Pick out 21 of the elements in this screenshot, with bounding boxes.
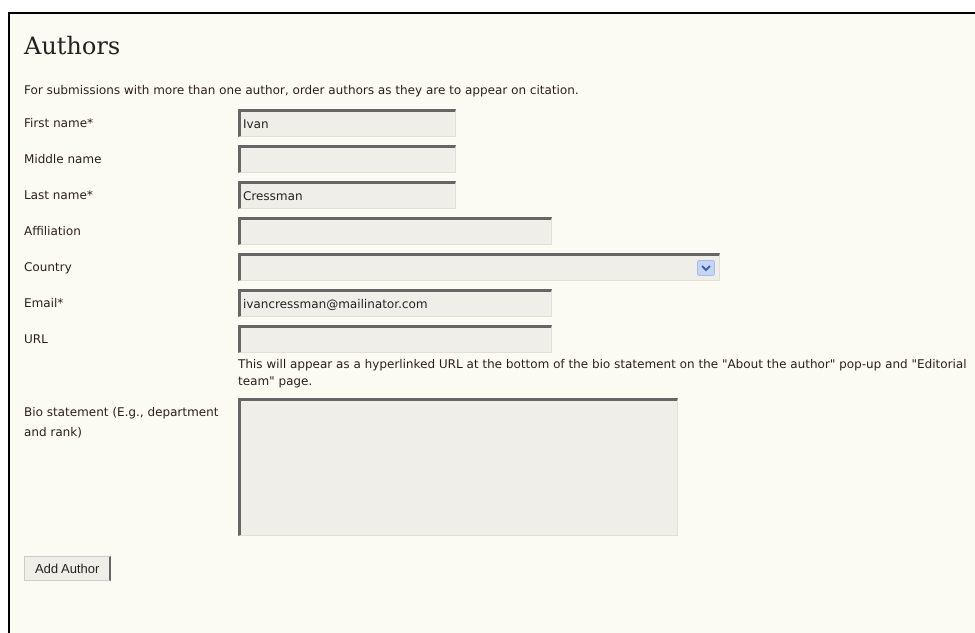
text-field[interactable] bbox=[238, 324, 552, 353]
text-field[interactable]: ivancressman@mailinator.com bbox=[238, 288, 552, 317]
help-text: This will appear as a hyperlinked URL at the bottom of the bio statement on the "About the author" pop-up and "Editorial team" page. bbox=[238, 356, 968, 390]
add-author-button[interactable]: Add Author bbox=[24, 556, 112, 582]
text-field[interactable] bbox=[238, 216, 552, 245]
field-label: Country bbox=[24, 258, 73, 276]
country-dropdown[interactable] bbox=[238, 252, 720, 281]
text-field[interactable]: Ivan bbox=[238, 108, 456, 137]
field-label: Affiliation bbox=[24, 222, 82, 240]
field-label: First name* bbox=[24, 114, 94, 132]
field-label: Last name* bbox=[24, 186, 94, 204]
intro-text: For submissions with more than one author, order authors as they are to appear on citation. bbox=[24, 82, 580, 99]
chevron-down-icon bbox=[697, 260, 715, 276]
bio-field[interactable] bbox=[238, 398, 678, 536]
text-field[interactable]: Cressman bbox=[238, 180, 456, 209]
field-label: Middle name bbox=[24, 150, 102, 168]
field-label: Email* bbox=[24, 294, 64, 312]
page-heading: Authors bbox=[24, 32, 122, 61]
text-field[interactable] bbox=[238, 144, 456, 173]
field-label: Bio statement (E.g., department and rank) bbox=[24, 404, 220, 441]
field-label: URL bbox=[24, 330, 49, 348]
